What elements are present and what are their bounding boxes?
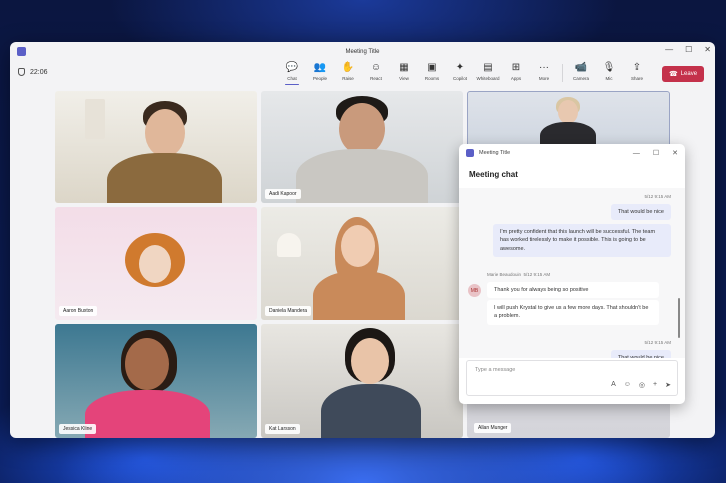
participant-tile[interactable] [55,91,257,203]
participant-tile[interactable]: Aadi Kapoor [261,91,463,203]
participant-name: Jessica Kline [59,424,97,434]
message-bubble: I'm pretty confident that this launch wi… [493,224,671,257]
smile-icon: ☺ [370,62,382,73]
participant-name: Aaron Buxton [59,306,98,316]
phone-icon: ☎ [668,71,678,78]
window-title: Meeting Title [345,49,380,55]
whiteboard-icon: ▤ [483,62,493,73]
message-bubble: That would be nice [610,204,671,221]
toolbar-whiteboard-button[interactable]: ▤ Whiteboard [474,62,502,82]
add-icon[interactable]: + [653,381,657,389]
message-bubble: I will push Krystal to give us a few mor… [487,300,659,325]
toolbar-rooms-button[interactable]: ▣ Rooms [418,62,446,82]
toolbar-label: People [312,76,327,81]
hand-icon: ✋ [341,62,355,73]
emoji-icon[interactable]: ☺ [624,381,631,389]
participant-name: Daniela Mandera [265,306,312,316]
apps-icon: ⊞ [511,62,521,73]
sticker-icon[interactable]: ◎ [639,381,645,389]
toolbar-label: View [399,76,409,81]
toolbar-raise-button[interactable]: ✋ Raise [334,62,362,82]
toolbar-label: Mic [605,76,613,81]
title-bar: Meeting Title — ☐ ✕ [10,42,715,62]
share-button[interactable]: ⇪ Share [623,62,651,82]
toolbar-label: Rooms [424,76,440,81]
close-icon[interactable]: ✕ [704,45,711,54]
toolbar-label: Apps [510,76,522,81]
message-bubble: Thank you for always being so positive [487,282,659,299]
toolbar-react-button[interactable]: ☺ React [362,62,390,82]
meeting-toolbar: 22:06 💬 Chat 👥 People ✋ Raise ☺ React ▦ View ▣ Room… [10,60,715,88]
grid-icon: ▦ [399,62,409,73]
mic-button[interactable]: 🎙 Mic [595,62,623,82]
maximize-icon[interactable]: ☐ [685,45,692,54]
toolbar-tools: 💬 Chat 👥 People ✋ Raise ☺ React ▦ View ▣ Rooms ✦ Copi… [278,62,651,85]
rooms-icon: ▣ [427,62,437,73]
toolbar-copilot-button[interactable]: ✦ Copilot [446,62,474,82]
chat-scrollbar[interactable] [678,298,680,338]
camera-icon: 📹 [574,62,588,73]
meeting-chat-window: Meeting Title — ☐ ✕ Meeting chat 5/12 9:… [459,144,685,404]
people-icon: 👥 [313,62,327,73]
minimize-icon[interactable]: — [665,45,673,54]
toolbar-label: React [370,76,382,81]
more-icon: ··· [539,62,549,73]
camera-button[interactable]: 📹 Camera [567,62,595,82]
mic-icon: 🎙 [602,62,616,73]
participant-tile[interactable] [467,91,670,149]
format-icon[interactable]: A [611,381,616,389]
participant-tile[interactable]: Daniela Mandera [261,207,463,320]
send-icon[interactable]: ➤ [665,381,671,389]
participant-tile[interactable]: Jessica Kline [55,324,257,438]
message-time: 5/12 9:15 AM [644,194,671,199]
chat-icon: 💬 [285,62,299,73]
chat-title-bar: Meeting Title — ☐ ✕ [459,144,685,162]
participant-tile[interactable]: Aaron Buxton [55,207,257,320]
avatar: MB [468,284,481,297]
participant-name: Allan Munger [474,423,512,433]
chat-header: Meeting chat [469,170,518,179]
chat-window-title: Meeting Title [479,150,511,156]
toolbar-apps-button[interactable]: ⊞ Apps [502,62,530,82]
compose-placeholder: Type a message [475,367,516,373]
meeting-timer: 22:06 [18,68,48,76]
toolbar-divider [562,64,563,82]
teams-app-icon [17,47,26,56]
close-icon[interactable]: ✕ [672,149,678,157]
toolbar-label: Chat [287,76,297,81]
message-time: 5/12 9:15 AM [644,340,671,345]
leave-button[interactable]: ☎ Leave [662,66,704,82]
toolbar-label: Camera [572,76,589,81]
share-icon: ⇪ [632,62,642,73]
toolbar-label: Share [630,76,643,81]
shield-icon [18,68,25,76]
toolbar-people-button[interactable]: 👥 People [306,62,334,82]
leave-label: Leave [680,71,698,77]
compose-box[interactable]: Type a message A ☺ ◎ + ➤ [466,360,678,396]
toolbar-label: Whiteboard [476,76,500,81]
message-bubble: That would be nice [610,350,671,358]
message-sender: Marie Beaudouin 5/12 9:15 AM [487,272,551,277]
toolbar-more-button[interactable]: ··· More [530,62,558,82]
message-list: 5/12 9:15 AM That would be nice I'm pret… [459,188,685,358]
timer-text: 22:06 [30,68,48,76]
copilot-icon: ✦ [455,62,465,73]
participant-name: Kat Larsson [265,424,300,434]
toolbar-label: Raise [342,76,354,81]
toolbar-chat-button[interactable]: 💬 Chat [278,62,306,85]
toolbar-label: More [538,76,550,81]
teams-app-icon [466,149,474,157]
maximize-icon[interactable]: ☐ [653,149,659,157]
toolbar-label: Copilot [452,76,467,81]
participant-name: Aadi Kapoor [265,189,301,199]
toolbar-view-button[interactable]: ▦ View [390,62,418,82]
participant-tile[interactable]: Kat Larsson [261,324,463,438]
minimize-icon[interactable]: — [633,150,640,157]
